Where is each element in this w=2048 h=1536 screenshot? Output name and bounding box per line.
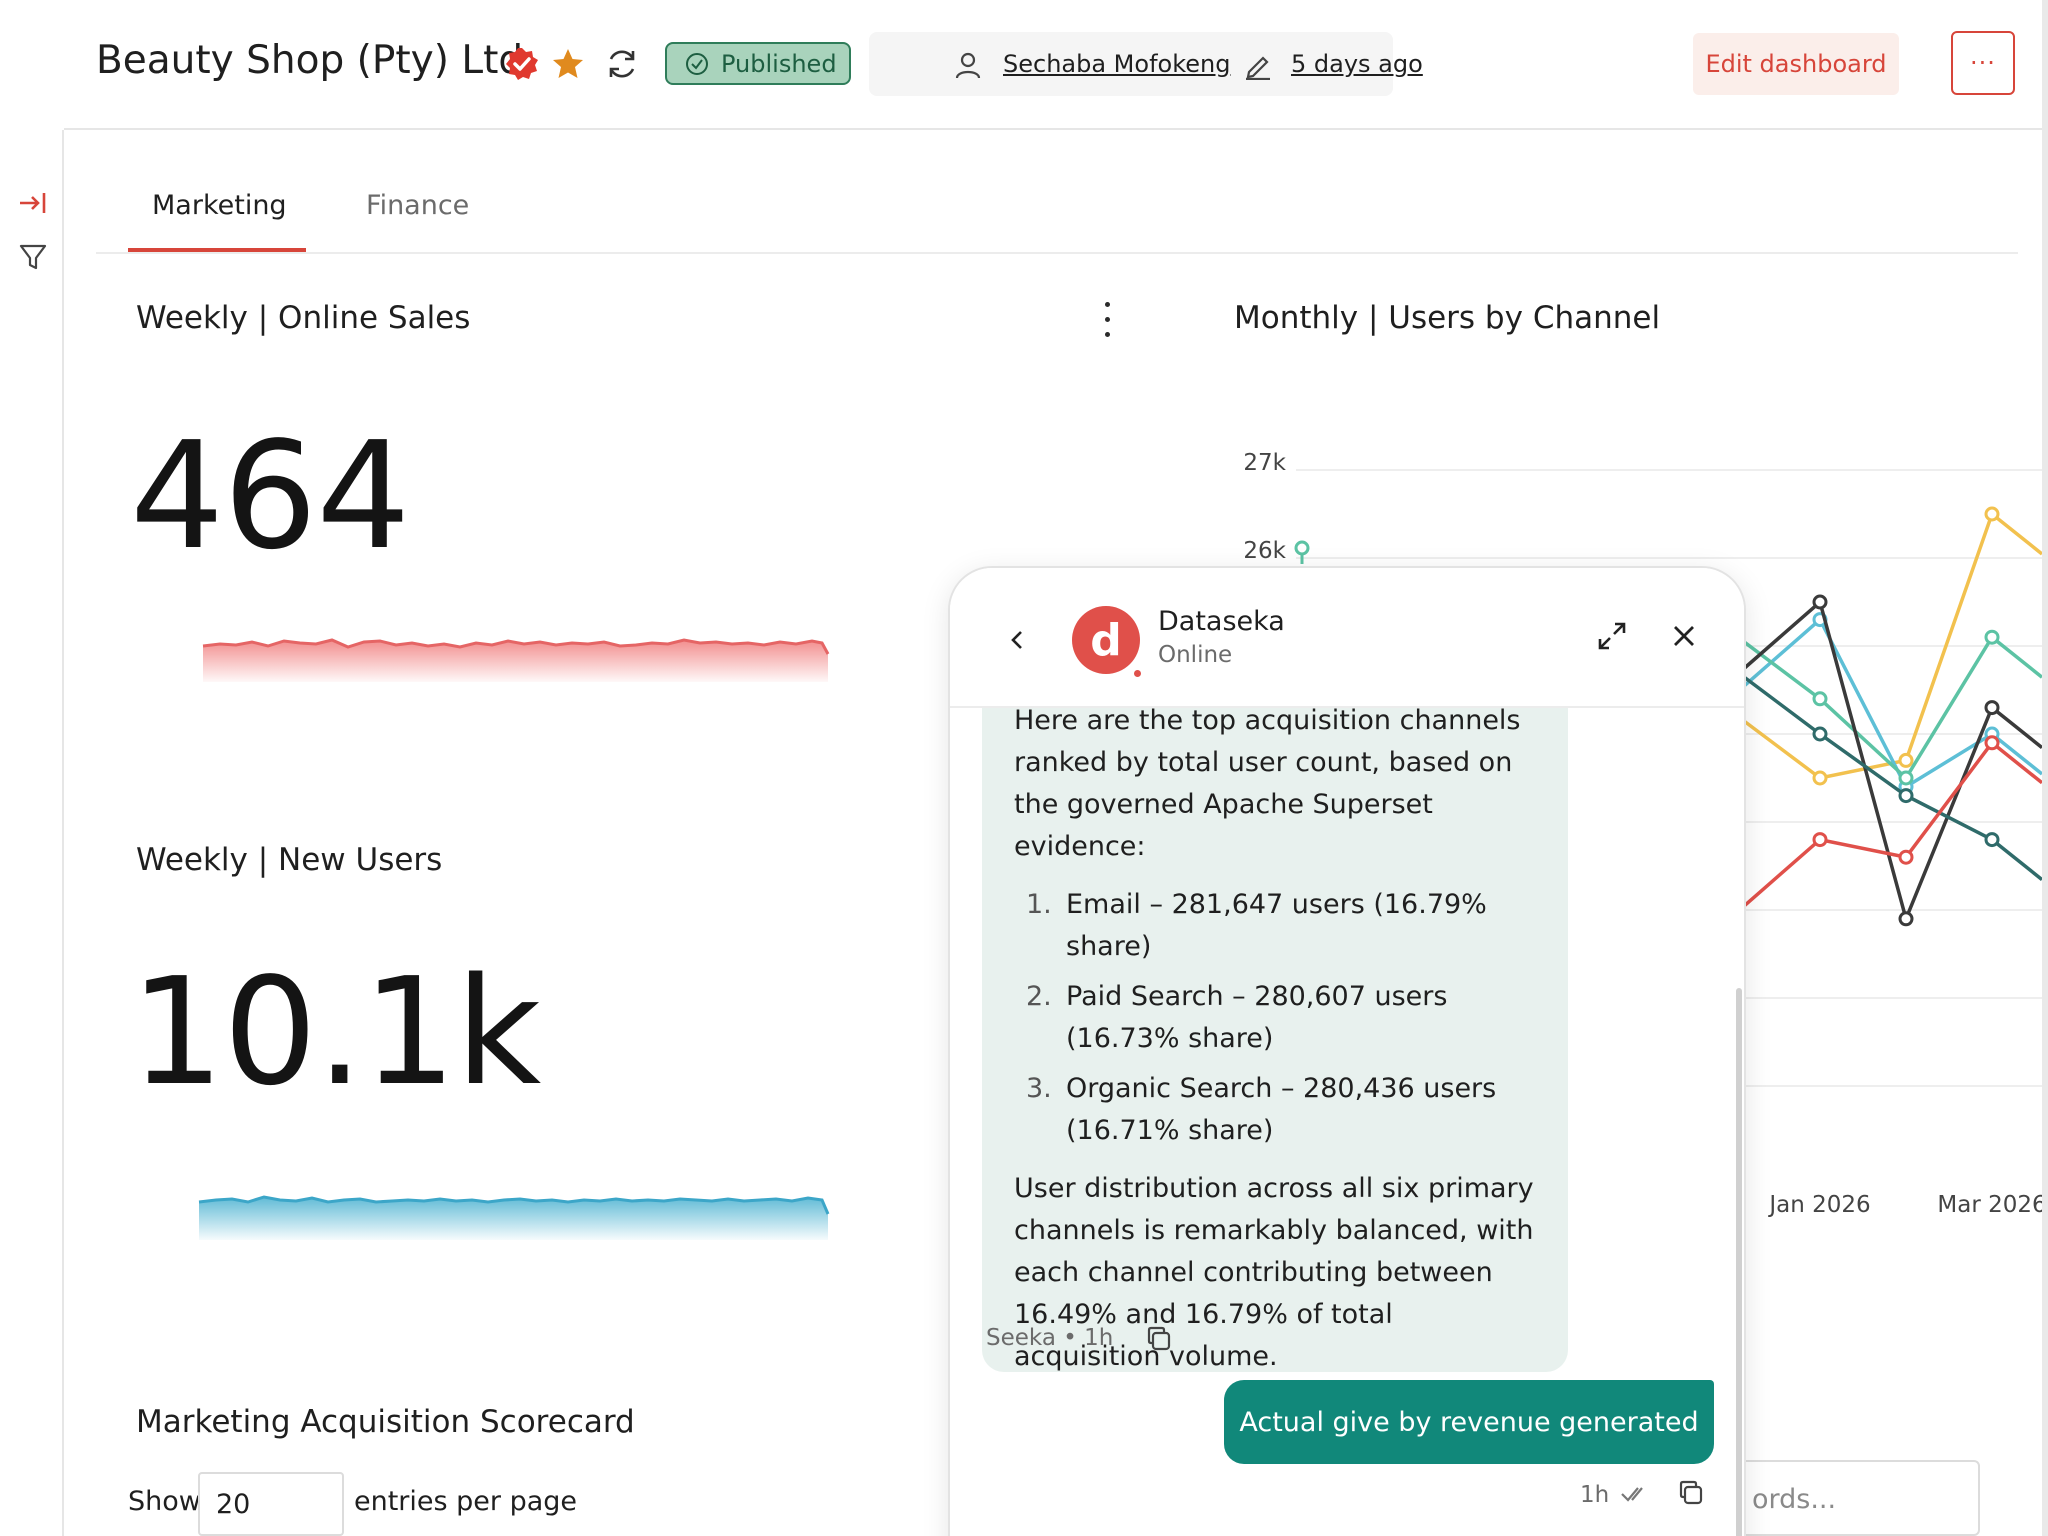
status-badge-label: Published: [721, 49, 837, 78]
expand-sidebar-icon[interactable]: [18, 188, 48, 218]
bot-message-meta: Seeka • 1h: [986, 1325, 1114, 1351]
data-point: [1898, 770, 1914, 786]
y-tick-27k: 27k: [1243, 450, 1286, 476]
filter-icon[interactable]: [18, 242, 48, 272]
data-point: [1812, 770, 1828, 786]
entries-per-page-label: entries per page: [354, 1486, 578, 1517]
online-indicator: [1132, 668, 1143, 679]
table-search-input[interactable]: ords...: [1730, 1460, 1980, 1536]
data-point: [1812, 691, 1828, 707]
chat-scrollbar[interactable]: [1736, 988, 1742, 1536]
data-point-26k: [1294, 540, 1310, 556]
list-item: 3. Organic Search – 280,436 users (16.71%…: [1026, 1073, 1497, 1146]
tab-marketing[interactable]: Marketing: [152, 190, 287, 221]
copy-icon[interactable]: [1676, 1478, 1706, 1508]
data-point: [1984, 506, 2000, 522]
data-point: [1984, 832, 2000, 848]
channel-ranking-list: 1. Email – 281,647 users (16.79% share) 2…: [1014, 884, 1546, 1152]
user-message-meta: 1h: [1580, 1482, 1610, 1508]
show-label: Show: [128, 1486, 201, 1517]
online-sales-title: Weekly | Online Sales: [136, 300, 471, 336]
bot-status: Online: [1158, 642, 1233, 668]
users-by-channel-title: Monthly | Users by Channel: [1234, 300, 1661, 336]
dashboard-header: Beauty Shop (Pty) Ltd Published Sechaba …: [64, 0, 2048, 130]
data-point: [1812, 832, 1828, 848]
y-tick-26k: 26k: [1243, 538, 1286, 564]
data-point: [1898, 788, 1914, 804]
series-line: [1738, 740, 2042, 911]
left-rail: [0, 130, 64, 1536]
close-icon[interactable]: [1670, 622, 1698, 650]
user-icon: [955, 52, 981, 79]
list-item: 1. Email – 281,647 users (16.79% share): [1026, 889, 1487, 962]
list-item: 2. Paid Search – 280,607 users (16.73% sh…: [1026, 981, 1448, 1054]
active-tab-indicator: [128, 248, 306, 252]
modified-link[interactable]: 5 days ago: [1291, 50, 1423, 78]
new-users-sparkline: [198, 1195, 830, 1240]
chat-header: d Dataseka Online: [950, 568, 1744, 708]
refresh-icon[interactable]: [604, 46, 640, 82]
data-point: [1898, 752, 1914, 768]
more-options-button[interactable]: ···: [1951, 31, 2015, 95]
dashboard-meta: Sechaba Mofokeng 5 days ago: [869, 32, 1423, 96]
scorecard-title: Marketing Acquisition Scorecard: [136, 1404, 635, 1440]
dashboard-title: Beauty Shop (Pty) Ltd: [96, 38, 524, 83]
tab-finance[interactable]: Finance: [366, 190, 469, 221]
status-badge: Published: [665, 42, 851, 85]
bot-message-intro: Here are the top acquisition channels ra…: [1014, 705, 1521, 862]
data-point: [1812, 594, 1828, 610]
x-tick-mar-2026: Mar 2026: [1937, 1192, 2042, 1218]
data-point: [1984, 700, 2000, 716]
chart-series: [1738, 506, 2042, 927]
check-circle-icon: [686, 52, 708, 75]
edit-pencil-icon: [1246, 56, 1270, 80]
chevron-left-icon[interactable]: [1006, 628, 1030, 652]
bot-name: Dataseka: [1158, 606, 1285, 637]
new-users-title: Weekly | New Users: [136, 842, 443, 878]
online-sales-value: 464: [130, 410, 410, 582]
user-message: Actual give by revenue generated: [1224, 1380, 1714, 1464]
dashboard-tabs: Marketing Finance: [96, 162, 2018, 254]
favorite-star-icon[interactable]: [550, 46, 586, 82]
edit-dashboard-button[interactable]: Edit dashboard: [1693, 33, 1899, 95]
new-users-value: 10.1k: [130, 946, 541, 1118]
data-point: [1898, 911, 1914, 927]
online-sales-sparkline: [202, 638, 830, 682]
double-check-icon: [1621, 1487, 1643, 1502]
verified-badge-icon: [506, 48, 538, 80]
expand-icon[interactable]: [1596, 620, 1628, 652]
card-menu-icon[interactable]: [1100, 300, 1114, 340]
page-size-input[interactable]: [198, 1472, 344, 1536]
x-tick-jan-2026: Jan 2026: [1767, 1192, 1870, 1218]
chat-panel: Here are the top acquisition channels ra…: [948, 566, 1746, 1536]
data-point: [1984, 629, 2000, 645]
data-point: [1898, 849, 1914, 865]
bot-message: Here are the top acquisition channels ra…: [982, 705, 1568, 1372]
copy-icon[interactable]: [1144, 1324, 1174, 1354]
owner-link[interactable]: Sechaba Mofokeng: [1003, 50, 1230, 78]
data-point: [1812, 726, 1828, 742]
data-point: [1984, 735, 2000, 751]
page-scrollbar[interactable]: [2042, 0, 2048, 1536]
bot-avatar: d: [1072, 606, 1140, 674]
